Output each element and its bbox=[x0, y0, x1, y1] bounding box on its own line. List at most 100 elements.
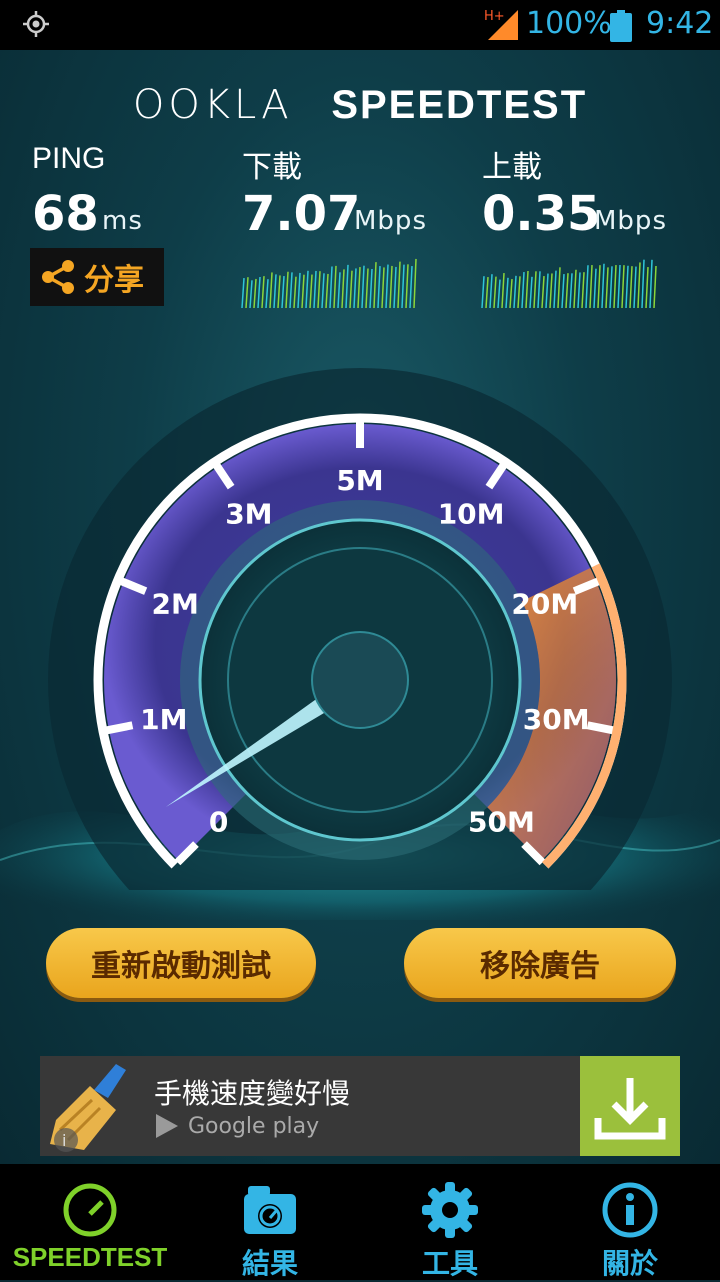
sparkline-bar bbox=[513, 275, 517, 308]
sparkline-bar bbox=[245, 277, 249, 308]
sparkline-bar bbox=[633, 266, 637, 308]
sparkline-bar bbox=[285, 271, 289, 308]
sparkline-bar bbox=[649, 259, 653, 308]
sparkline-bar bbox=[273, 274, 277, 308]
download-value: 7.07 bbox=[242, 186, 361, 242]
sparkline-bar bbox=[249, 280, 253, 308]
gauge-label: 20M bbox=[511, 587, 578, 620]
upload-value: 0.35 bbox=[482, 186, 601, 242]
location-icon bbox=[23, 11, 49, 37]
sparkline-bar bbox=[305, 270, 309, 308]
upload-sparkline bbox=[481, 259, 657, 308]
sparkline-bar bbox=[597, 265, 601, 308]
battery-percent: 100% bbox=[526, 6, 612, 41]
sparkline-bar bbox=[325, 273, 329, 308]
nav-speedtest-label: SPEEDTEST bbox=[12, 1242, 168, 1272]
sparkline-bar bbox=[565, 273, 569, 308]
sparkline-bar bbox=[489, 274, 493, 308]
gauge-label: 30M bbox=[523, 703, 590, 736]
sparkline-bar bbox=[653, 265, 657, 308]
sparkline-bar bbox=[545, 273, 549, 308]
sparkline-bar bbox=[497, 279, 501, 308]
sparkline-bar bbox=[269, 272, 273, 308]
nav-speedtest[interactable]: SPEEDTEST bbox=[0, 1164, 180, 1280]
status-bar: H+ 100% 9:42 bbox=[0, 0, 720, 50]
signal-icon: H+ bbox=[484, 9, 518, 40]
sparkline-bar bbox=[525, 270, 529, 308]
logo-ookla: OOKLA bbox=[132, 82, 293, 128]
sparkline-bar bbox=[589, 265, 593, 308]
clock: 9:42 bbox=[646, 6, 714, 41]
sparkline-bar bbox=[613, 265, 617, 308]
sparkline-bar bbox=[625, 265, 629, 308]
nav-about-label: 關於 bbox=[601, 1247, 658, 1280]
ad-title: 手機速度變好慢 bbox=[154, 1077, 351, 1110]
sparkline-bar bbox=[621, 265, 625, 308]
sparkline-bar bbox=[293, 276, 297, 308]
gear-icon bbox=[422, 1182, 478, 1238]
sparkline-bar bbox=[405, 264, 409, 308]
share-icon bbox=[42, 260, 74, 294]
sparkline-bar bbox=[581, 272, 585, 308]
sparkline-bar bbox=[517, 276, 521, 308]
download-icon bbox=[594, 1078, 666, 1140]
sparkline-bar bbox=[541, 276, 545, 308]
nav-results-label: 結果 bbox=[241, 1247, 298, 1280]
sparkline-bar bbox=[321, 273, 325, 308]
sparkline-bar bbox=[369, 268, 373, 308]
sparkline-bar bbox=[313, 270, 317, 308]
sparkline-bar bbox=[261, 276, 265, 308]
cleaner-app-icon: i bbox=[50, 1064, 126, 1152]
gauge-label: 1M bbox=[140, 703, 187, 736]
share-label: 分享 bbox=[84, 263, 144, 298]
sparkline-bar bbox=[389, 265, 393, 308]
nav-tools-label: 工具 bbox=[421, 1247, 478, 1280]
sparkline-bar bbox=[533, 271, 537, 308]
gauge-label: 50M bbox=[468, 805, 535, 838]
sparkline-bar bbox=[241, 278, 245, 308]
gauge-label: 5M bbox=[336, 464, 383, 497]
sparkline-bar bbox=[397, 261, 401, 308]
gauge-label: 2M bbox=[152, 587, 199, 620]
sparkline-bar bbox=[557, 267, 561, 308]
sparkline-bar bbox=[281, 276, 285, 308]
restart-test-button[interactable]: 重新啟動測試 bbox=[46, 928, 316, 998]
ping-unit: ms bbox=[102, 206, 143, 236]
gauge-label: 3M bbox=[225, 498, 272, 531]
sparkline-bar bbox=[537, 271, 541, 308]
sparkline-bar bbox=[509, 278, 513, 308]
sparkline-bar bbox=[265, 279, 269, 308]
nav-tools[interactable]: 工具 bbox=[360, 1164, 540, 1280]
google-play-label: Google play bbox=[188, 1113, 320, 1139]
app-logo: OOKLA SPEEDTEST bbox=[0, 82, 720, 128]
gauge-tick bbox=[106, 721, 134, 735]
sparkline-bar bbox=[393, 266, 397, 308]
nav-about[interactable]: 關於 bbox=[540, 1164, 720, 1280]
sparkline-bar bbox=[629, 266, 633, 308]
svg-text:H+: H+ bbox=[484, 9, 505, 24]
info-icon bbox=[602, 1182, 658, 1238]
sparkline-bar bbox=[637, 262, 641, 308]
sparkline-bar bbox=[341, 269, 345, 308]
sparkline-bar bbox=[553, 270, 557, 308]
share-button[interactable]: 分享 bbox=[30, 248, 164, 306]
sparkline-bar bbox=[333, 265, 337, 308]
remove-ads-button[interactable]: 移除廣告 bbox=[404, 928, 676, 998]
google-play-badge: Google play bbox=[154, 1112, 319, 1140]
sparkline-bar bbox=[401, 264, 405, 308]
sparkline-bar bbox=[277, 275, 281, 308]
sparkline-bar bbox=[381, 267, 385, 308]
download-button[interactable] bbox=[580, 1056, 680, 1156]
battery-icon bbox=[610, 10, 632, 42]
svg-text:i: i bbox=[62, 1131, 66, 1150]
sparkline-bar bbox=[577, 272, 581, 308]
sparkline-bar bbox=[521, 272, 525, 308]
bottom-nav: SPEEDTEST 結果 工具 關於 bbox=[0, 1164, 720, 1280]
sparkline-bar bbox=[329, 266, 333, 308]
sparkline-bar bbox=[309, 274, 313, 308]
sparkline-bar bbox=[493, 276, 497, 308]
nav-results[interactable]: 結果 bbox=[180, 1164, 360, 1280]
ad-banner[interactable]: i 手機速度變好慢 Google play bbox=[40, 1056, 680, 1156]
sparkline-bar bbox=[409, 266, 413, 308]
sparkline-bar bbox=[345, 264, 349, 308]
